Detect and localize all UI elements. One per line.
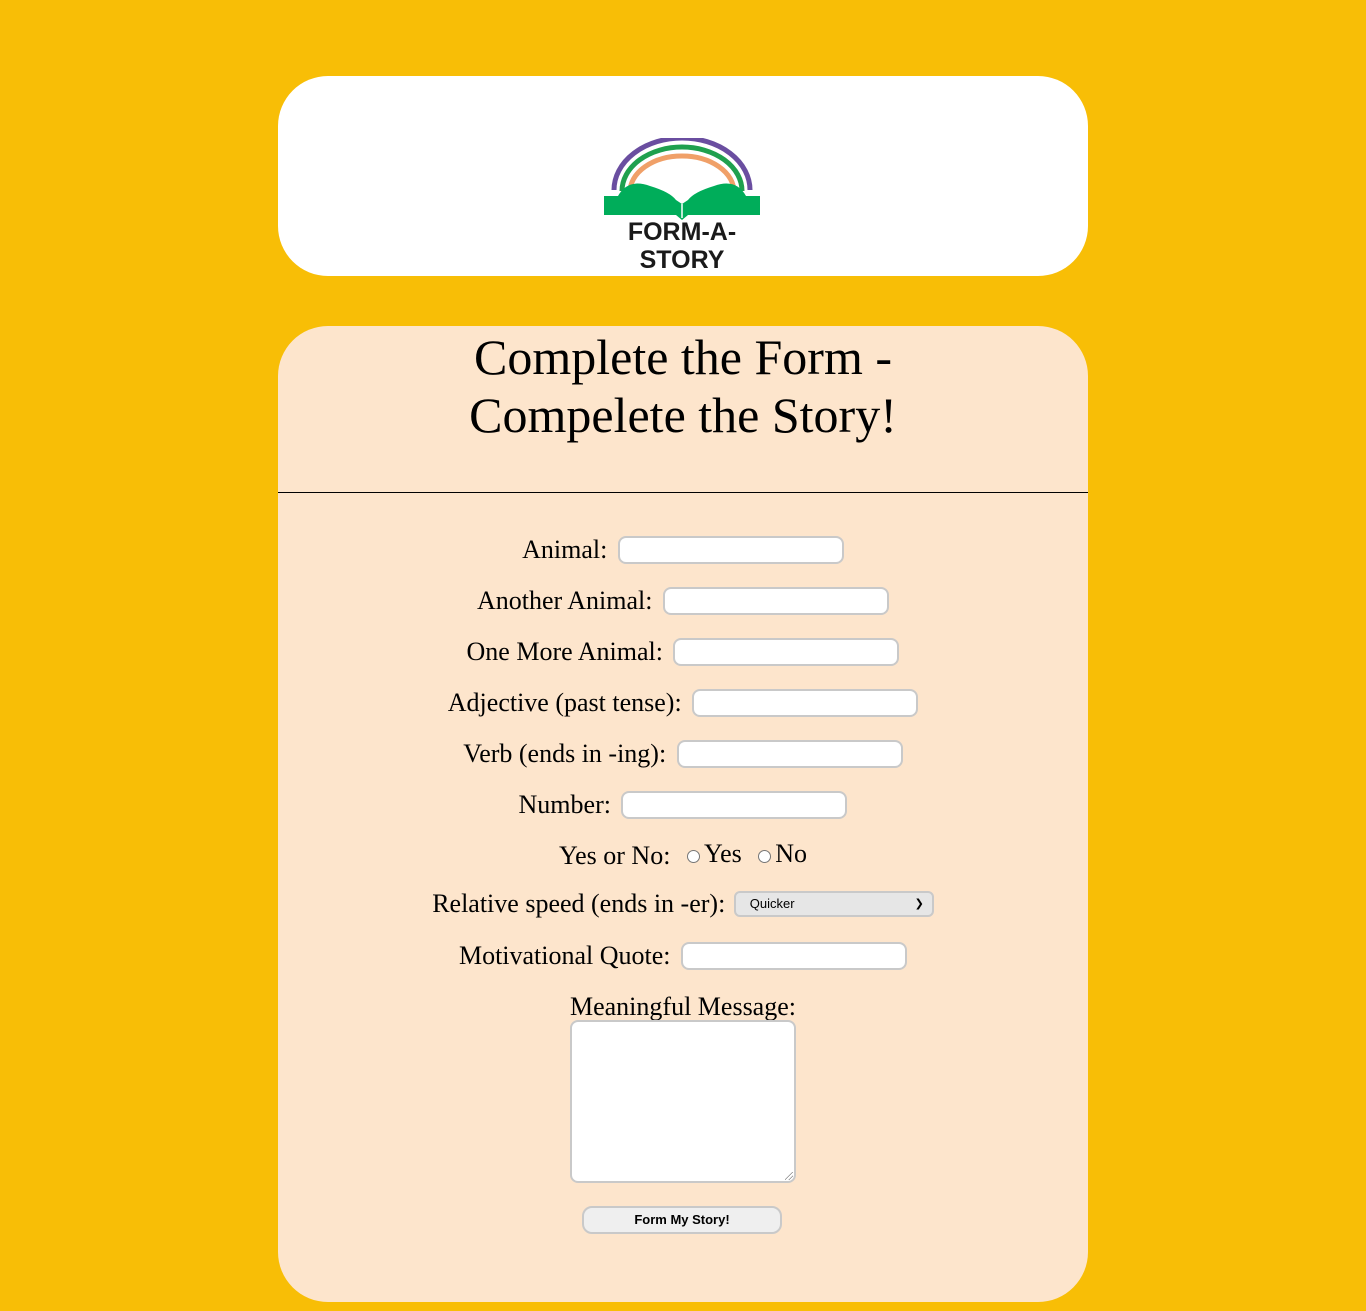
another-animal-input[interactable] xyxy=(662,587,889,616)
divider xyxy=(278,492,1088,493)
logo: FORM-A-STORY xyxy=(586,135,778,274)
quote-label: Motivational Quote: xyxy=(458,941,671,971)
yes-no-row: Yes or No: Yes No xyxy=(278,839,1088,871)
verb-input[interactable] xyxy=(676,740,903,769)
another-animal-row: Another Animal: xyxy=(278,584,1088,616)
one-more-animal-input[interactable] xyxy=(673,638,900,667)
relative-speed-select[interactable]: Quicker ❯ xyxy=(733,891,934,918)
quote-input[interactable] xyxy=(681,942,908,971)
relative-speed-label: Relative speed (ends in -er): xyxy=(432,889,726,919)
yes-no-label: Yes or No: xyxy=(558,841,671,871)
chevron-down-icon: ❯ xyxy=(914,898,924,911)
one-more-animal-label: One More Animal: xyxy=(466,637,663,667)
animal-label: Animal: xyxy=(522,535,608,565)
adjective-input[interactable] xyxy=(692,689,919,718)
one-more-animal-row: One More Animal: xyxy=(278,635,1088,667)
yes-radio[interactable] xyxy=(686,849,700,863)
number-row: Number: xyxy=(278,788,1088,820)
page-title-line-2: Compelete the Story! xyxy=(469,387,897,443)
animal-input[interactable] xyxy=(617,536,844,565)
resize-handle-icon[interactable] xyxy=(785,1172,793,1180)
adjective-label: Adjective (past tense): xyxy=(447,688,682,718)
message-label: Meaningful Message: xyxy=(569,992,796,1022)
adjective-row: Adjective (past tense): xyxy=(278,686,1088,718)
form-card: Complete the Form - Compelete the Story!… xyxy=(278,326,1088,1302)
relative-speed-selected: Quicker xyxy=(749,896,795,912)
another-animal-label: Another Animal: xyxy=(477,586,653,616)
page-title-line-1: Complete the Form - xyxy=(474,329,892,385)
yes-radio-label: Yes xyxy=(703,839,742,868)
verb-row: Verb (ends in -ing): xyxy=(278,737,1088,769)
logo-text: FORM-A-STORY xyxy=(627,218,737,274)
animal-row: Animal: xyxy=(278,533,1088,565)
message-textarea[interactable] xyxy=(570,1020,796,1183)
number-label: Number: xyxy=(518,790,611,820)
relative-speed-row: Relative speed (ends in -er): Quicker ❯ xyxy=(278,887,1088,919)
no-radio-label: No xyxy=(775,839,808,868)
verb-label: Verb (ends in -ing): xyxy=(463,739,667,769)
rainbow-book-icon xyxy=(604,135,760,220)
no-radio[interactable] xyxy=(758,849,772,863)
quote-row: Motivational Quote: xyxy=(278,939,1088,971)
page-title: Complete the Form - Compelete the Story! xyxy=(278,326,1088,444)
number-input[interactable] xyxy=(621,791,848,820)
message-row: Meaningful Message: xyxy=(278,990,1088,1022)
submit-button[interactable]: Form My Story! xyxy=(582,1206,782,1234)
